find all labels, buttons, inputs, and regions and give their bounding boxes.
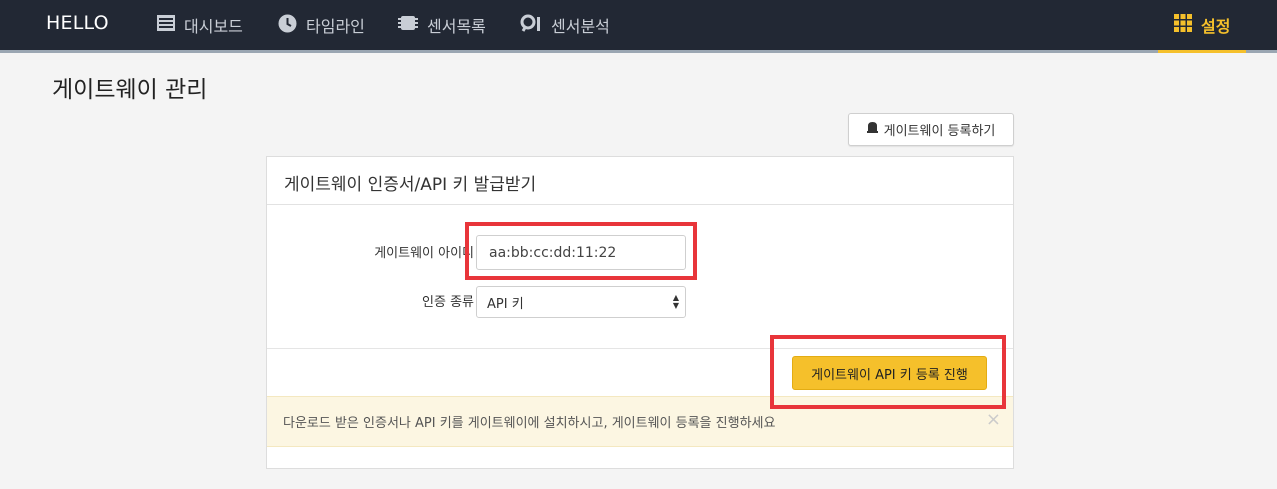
brand-logo[interactable]: HELLO xyxy=(46,12,109,34)
chip-icon xyxy=(398,14,418,36)
grid-icon xyxy=(1174,14,1192,36)
clock-icon xyxy=(278,14,297,37)
highlight-box-gateway-id xyxy=(465,222,697,280)
alert-text: 다운로드 받은 인증서나 API 키를 게이트웨이에 설치하시고, 게이트웨이 … xyxy=(283,416,776,431)
nav-item-label: 타임라인 xyxy=(306,17,365,36)
auth-type-select[interactable]: API 키 ▲ ▼ xyxy=(476,286,686,318)
analysis-icon xyxy=(520,14,542,36)
gateway-icon xyxy=(866,122,878,137)
auth-type-selected-value: API 키 xyxy=(487,296,524,312)
nav-item-label: 대시보드 xyxy=(184,17,243,36)
nav-item-label: 설정 xyxy=(1201,17,1231,36)
panel-title: 게이트웨이 인증서/API 키 발급받기 xyxy=(284,175,537,195)
nav-item-label: 센서목록 xyxy=(427,17,486,36)
nav-item-sensor-analysis[interactable]: 센서분석 xyxy=(520,0,610,50)
api-key-panel: 게이트웨이 인증서/API 키 발급받기 게이트웨이 아이디 aa:bb:cc:… xyxy=(266,156,1014,469)
panel-heading: 게이트웨이 인증서/API 키 발급받기 xyxy=(267,157,1013,205)
highlight-box-submit xyxy=(770,335,1006,409)
nav-item-settings[interactable]: 설정 xyxy=(1158,0,1247,53)
select-arrows-icon: ▲ ▼ xyxy=(672,293,679,310)
register-gateway-label: 게이트웨이 등록하기 xyxy=(883,124,996,139)
dashboard-icon xyxy=(157,14,175,36)
gateway-id-label: 게이트웨이 아이디 xyxy=(374,246,474,261)
top-navbar: HELLO 대시보드 타임라인 센서목록 센서분석 설정 xyxy=(0,0,1277,53)
close-icon[interactable]: × xyxy=(986,409,1001,430)
nav-item-sensor-list[interactable]: 센서목록 xyxy=(398,0,486,50)
register-gateway-button[interactable]: 게이트웨이 등록하기 xyxy=(848,113,1014,146)
page-title: 게이트웨이 관리 xyxy=(52,77,208,103)
nav-item-dashboard[interactable]: 대시보드 xyxy=(157,0,243,50)
nav-item-label: 센서분석 xyxy=(551,17,610,36)
nav-item-timeline[interactable]: 타임라인 xyxy=(278,0,365,50)
auth-type-label: 인증 종류 xyxy=(422,295,474,310)
